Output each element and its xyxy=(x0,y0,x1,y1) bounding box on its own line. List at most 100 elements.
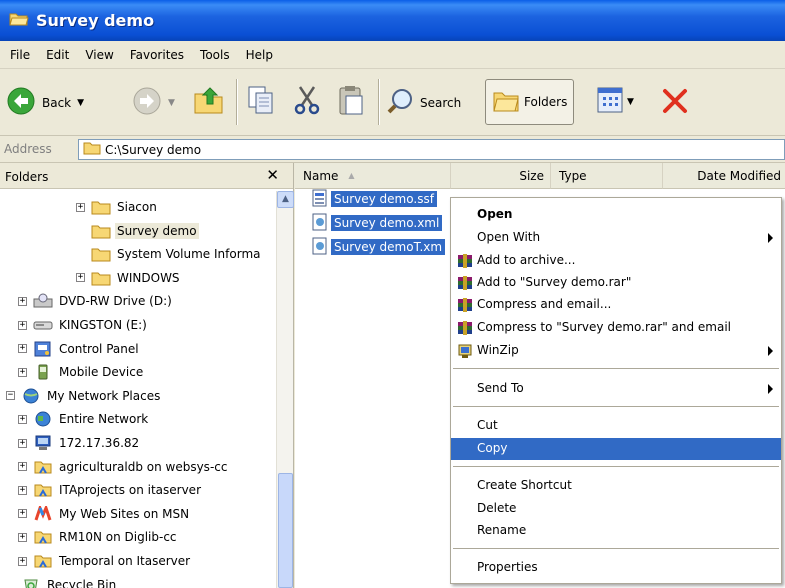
tree-item-label: My Web Sites on MSN xyxy=(59,506,190,521)
file-row[interactable]: Survey demoT.xm xyxy=(312,237,446,258)
search-button[interactable]: Search xyxy=(386,87,461,118)
expand-icon[interactable]: + xyxy=(18,438,27,448)
scrollbar-thumb[interactable] xyxy=(278,473,293,588)
window-title: Survey demo xyxy=(36,11,155,30)
tree-item-system-volume-informa[interactable]: System Volume Informa xyxy=(76,243,262,265)
menu-item-winzip[interactable]: WinZip xyxy=(451,340,781,362)
tree-item-label: Mobile Device xyxy=(59,365,144,380)
menu-help[interactable]: Help xyxy=(238,48,281,62)
back-dropdown-icon[interactable]: ▼ xyxy=(77,98,84,108)
forward-dropdown-icon[interactable]: ▼ xyxy=(168,98,175,108)
views-dropdown-icon[interactable]: ▼ xyxy=(627,97,634,107)
up-folder-button[interactable] xyxy=(192,84,226,119)
expand-icon[interactable]: + xyxy=(18,509,27,519)
close-icon[interactable]: ✕ xyxy=(266,166,279,184)
folders-button[interactable]: Folders xyxy=(485,79,575,125)
column-header-type[interactable]: Type xyxy=(551,163,663,189)
menu-item-compress-to-rar-and-email[interactable]: Compress to "Survey demo.rar" and email xyxy=(451,317,781,339)
file-row[interactable]: Survey demo.xml xyxy=(312,213,443,233)
network-share-icon xyxy=(33,553,53,569)
tree-item-my-network-places[interactable]: − My Network Places xyxy=(6,385,162,407)
tree-item-kingston-e[interactable]: + KINGSTON (E:) xyxy=(18,314,149,336)
folder-icon xyxy=(91,270,111,286)
tree-item-survey-demo[interactable]: Survey demo xyxy=(76,220,199,242)
column-size-label: Size xyxy=(519,168,544,183)
menu-item-label: Compress to "Survey demo.rar" and email xyxy=(477,320,732,334)
address-value: C:\Survey demo xyxy=(105,142,202,157)
menu-item-add-to-rar[interactable]: Add to "Survey demo.rar" xyxy=(451,272,781,294)
scroll-up-icon[interactable]: ▲ xyxy=(277,191,294,208)
tree-item-agriculturaldb-on-websys-cc[interactable]: + agriculturaldb on websys-cc xyxy=(18,456,229,478)
folders-scrollbar[interactable]: ▲ xyxy=(276,191,294,588)
sort-ascending-icon: ▲ xyxy=(348,171,355,180)
paste-button[interactable] xyxy=(336,84,366,119)
expand-icon[interactable]: + xyxy=(18,462,27,472)
tree-item-windows[interactable]: + WINDOWS xyxy=(76,267,182,289)
tree-item-recycle-bin[interactable]: Recycle Bin xyxy=(6,574,118,588)
tree-item-mobile-device[interactable]: + Mobile Device xyxy=(18,361,145,383)
tree-item-entire-network[interactable]: + Entire Network xyxy=(18,408,150,430)
expand-icon[interactable]: + xyxy=(76,273,85,283)
delete-button[interactable] xyxy=(661,87,689,118)
copy-to-button[interactable] xyxy=(246,84,276,119)
column-header-date-modified[interactable]: Date Modified xyxy=(663,163,785,189)
menu-item-label: Delete xyxy=(477,501,517,515)
forward-button[interactable]: ▼ xyxy=(132,86,175,119)
column-date-label: Date Modified xyxy=(697,168,781,183)
tree-item-siacon[interactable]: + Siacon xyxy=(76,196,159,218)
expand-icon[interactable]: + xyxy=(76,202,85,212)
cut-button[interactable] xyxy=(292,84,322,119)
submenu-arrow-icon xyxy=(768,384,773,394)
tree-item-label: My Network Places xyxy=(47,388,161,403)
menu-item-compress-and-email[interactable]: Compress and email... xyxy=(451,294,781,316)
tree-item-itaprojects-on-itaserver[interactable]: + ITAprojects on itaserver xyxy=(18,479,203,501)
menu-item-rename[interactable]: Rename xyxy=(451,520,781,542)
address-input[interactable]: C:\Survey demo xyxy=(78,139,785,160)
expand-icon[interactable]: + xyxy=(18,296,27,306)
collapse-icon[interactable]: − xyxy=(6,391,15,401)
folder-icon xyxy=(91,199,111,215)
title-bar: Survey demo xyxy=(0,0,785,41)
tree-item-label: Survey demo xyxy=(115,222,199,239)
menu-item-add-to-archive[interactable]: Add to archive... xyxy=(451,250,781,272)
tree-item-label: Temporal on Itaserver xyxy=(59,554,191,568)
expand-icon[interactable]: + xyxy=(18,532,27,542)
menu-file[interactable]: File xyxy=(2,48,38,62)
expand-icon[interactable]: + xyxy=(18,556,27,566)
menu-view[interactable]: View xyxy=(77,48,121,62)
expand-icon[interactable]: + xyxy=(18,414,27,424)
tree-item-temporal-on-itaserver[interactable]: + Temporal on Itaserver xyxy=(18,550,192,572)
tree-item-control-panel[interactable]: + Control Panel xyxy=(18,338,141,360)
column-header-size[interactable]: Size xyxy=(451,163,551,189)
tree-item-label: Control Panel xyxy=(59,341,139,356)
tree-item-dvd-rw-drive-d[interactable]: + DVD-RW Drive (D:) xyxy=(18,290,174,312)
column-header-name[interactable]: Name ▲ xyxy=(295,163,451,189)
menu-item-open-with[interactable]: Open With xyxy=(451,227,781,249)
menu-item-delete[interactable]: Delete xyxy=(451,498,781,520)
tree-item-rm10n-on-diglib-cc[interactable]: + RM10N on Diglib-cc xyxy=(18,526,179,548)
submenu-arrow-icon xyxy=(768,346,773,356)
views-button[interactable]: ▼ xyxy=(596,86,634,117)
menu-favorites[interactable]: Favorites xyxy=(122,48,192,62)
xml-file-icon xyxy=(312,237,328,258)
file-row[interactable]: Survey demo.ssf xyxy=(312,189,437,209)
tree-item-172-17-36-82[interactable]: +172.17.36.82 xyxy=(18,432,141,454)
tree-item-my-web-sites-on-msn[interactable]: + My Web Sites on MSN xyxy=(18,503,191,525)
menu-item-cut[interactable]: Cut xyxy=(451,415,781,437)
expand-icon[interactable]: + xyxy=(18,344,27,354)
expand-icon[interactable]: + xyxy=(18,367,27,377)
folder-open-icon xyxy=(9,11,29,30)
menu-item-properties[interactable]: Properties xyxy=(451,557,781,579)
menu-item-create-shortcut[interactable]: Create Shortcut xyxy=(451,475,781,497)
menu-item-send-to[interactable]: Send To xyxy=(451,378,781,400)
menu-item-label: Send To xyxy=(477,381,524,395)
menu-item-open[interactable]: Open xyxy=(451,204,781,226)
menu-edit[interactable]: Edit xyxy=(38,48,77,62)
file-name: Survey demoT.xm xyxy=(331,239,446,255)
expand-icon[interactable]: + xyxy=(18,485,27,495)
menu-tools[interactable]: Tools xyxy=(192,48,238,62)
menu-item-copy[interactable]: Copy xyxy=(451,438,781,460)
expand-icon[interactable]: + xyxy=(18,320,27,330)
network-share-icon xyxy=(33,482,53,498)
back-button[interactable]: Back ▼ xyxy=(6,86,84,119)
